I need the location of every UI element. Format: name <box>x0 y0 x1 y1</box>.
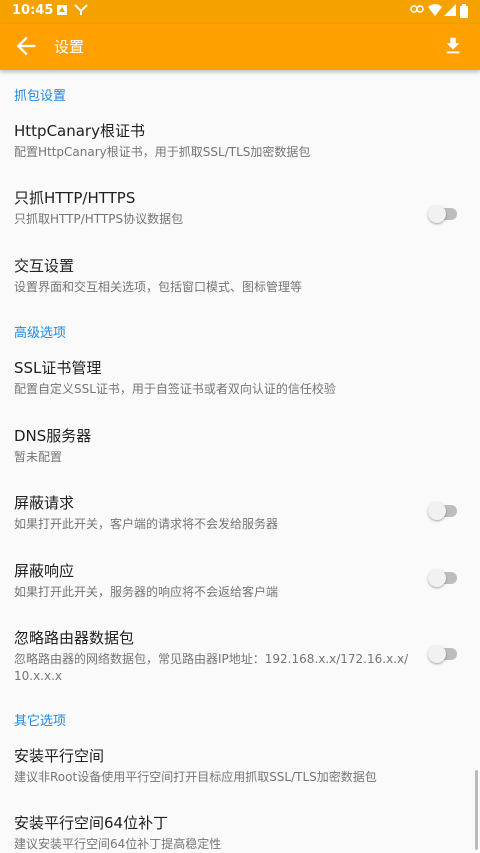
item-title: 安装平行空间 <box>14 747 105 765</box>
signal-icon <box>444 4 456 20</box>
settings-list: 抓包设置 HttpCanary根证书 配置HttpCanary根证书，用于抓取S… <box>0 70 480 853</box>
list-item-dns-server[interactable]: DNS服务器 暂未配置 <box>0 425 480 480</box>
item-title: 只抓HTTP/HTTPS <box>14 189 136 207</box>
app-toolbar: 设置 <box>0 24 480 70</box>
switch-thumb <box>428 205 446 223</box>
scrollbar[interactable] <box>475 770 478 850</box>
item-title: 安装平行空间64位补丁 <box>14 814 169 832</box>
arrow-back-icon <box>16 36 36 56</box>
item-summary-line2: 10.x.x.x <box>14 669 63 683</box>
app-icon <box>74 4 88 20</box>
list-item-root-certificate[interactable]: HttpCanary根证书 配置HttpCanary根证书，用于抓取SSL/TL… <box>0 120 480 175</box>
link-icon <box>410 4 424 18</box>
item-summary: 只抓取HTTP/HTTPS协议数据包 <box>14 212 184 226</box>
item-title: 交互设置 <box>14 257 75 275</box>
item-summary-line1: 忽略路由器的网络数据包，常见路由器IP地址：192.168.x.x/172.16… <box>14 652 409 666</box>
item-summary: 暂未配置 <box>14 450 63 464</box>
block-request-switch[interactable] <box>428 501 458 521</box>
section-header-advanced: 高级选项 <box>14 326 67 341</box>
section-header-other: 其它选项 <box>14 714 67 729</box>
list-item-interaction-settings[interactable]: 交互设置 设置界面和交互相关选项，包括窗口模式、图标管理等 <box>0 255 480 310</box>
item-summary: 建议安装平行空间64位补丁提高稳定性 <box>14 837 222 851</box>
switch-thumb <box>428 502 446 520</box>
list-item-install-parallel-space[interactable]: 安装平行空间 建议非Root设备使用平行空间打开目标应用抓取SSL/TLS加密数… <box>0 745 480 800</box>
back-button[interactable] <box>12 32 40 60</box>
ignore-router-switch[interactable] <box>428 644 458 664</box>
list-item-block-request[interactable]: 屏蔽请求 如果打开此开关，客户端的请求将不会发给服务器 <box>0 492 480 547</box>
notification-icon <box>56 4 68 20</box>
item-summary: 设置界面和交互相关选项，包括窗口模式、图标管理等 <box>14 280 303 294</box>
page-title: 设置 <box>54 38 85 56</box>
list-item-ssl-certificates[interactable]: SSL证书管理 配置自定义SSL证书，用于自签证书或者双向认证的信任校验 <box>0 357 480 412</box>
switch-thumb <box>428 569 446 587</box>
item-summary: 如果打开此开关，服务器的响应将不会返给客户端 <box>14 585 279 599</box>
section-header-capture: 抓包设置 <box>14 89 67 104</box>
list-item-ignore-router[interactable]: 忽略路由器数据包 忽略路由器的网络数据包，常见路由器IP地址：192.168.x… <box>0 627 480 697</box>
item-summary: 如果打开此开关，客户端的请求将不会发给服务器 <box>14 517 279 531</box>
item-title: 屏蔽响应 <box>14 562 75 580</box>
download-icon <box>446 37 460 54</box>
wifi-icon <box>428 4 442 20</box>
item-summary: 建议非Root设备使用平行空间打开目标应用抓取SSL/TLS加密数据包 <box>14 770 377 784</box>
switch-thumb <box>428 645 446 663</box>
http-only-switch[interactable] <box>428 204 458 224</box>
item-title: 忽略路由器数据包 <box>14 629 135 647</box>
list-item-install-64bit-patch[interactable]: 安装平行空间64位补丁 建议安装平行空间64位补丁提高稳定性 <box>0 812 480 853</box>
item-summary: 配置自定义SSL证书，用于自签证书或者双向认证的信任校验 <box>14 382 336 396</box>
battery-icon <box>460 4 468 22</box>
item-title: HttpCanary根证书 <box>14 122 145 140</box>
block-response-switch[interactable] <box>428 568 458 588</box>
download-button[interactable] <box>442 34 464 58</box>
item-title: 屏蔽请求 <box>14 494 75 512</box>
status-time: 10:45 <box>12 3 54 18</box>
item-title: DNS服务器 <box>14 427 92 445</box>
item-summary: 配置HttpCanary根证书，用于抓取SSL/TLS加密数据包 <box>14 145 311 159</box>
status-bar: 10:45 <box>0 0 480 24</box>
list-item-http-only[interactable]: 只抓HTTP/HTTPS 只抓取HTTP/HTTPS协议数据包 <box>0 187 480 242</box>
list-item-block-response[interactable]: 屏蔽响应 如果打开此开关，服务器的响应将不会返给客户端 <box>0 560 480 615</box>
item-title: SSL证书管理 <box>14 359 102 377</box>
